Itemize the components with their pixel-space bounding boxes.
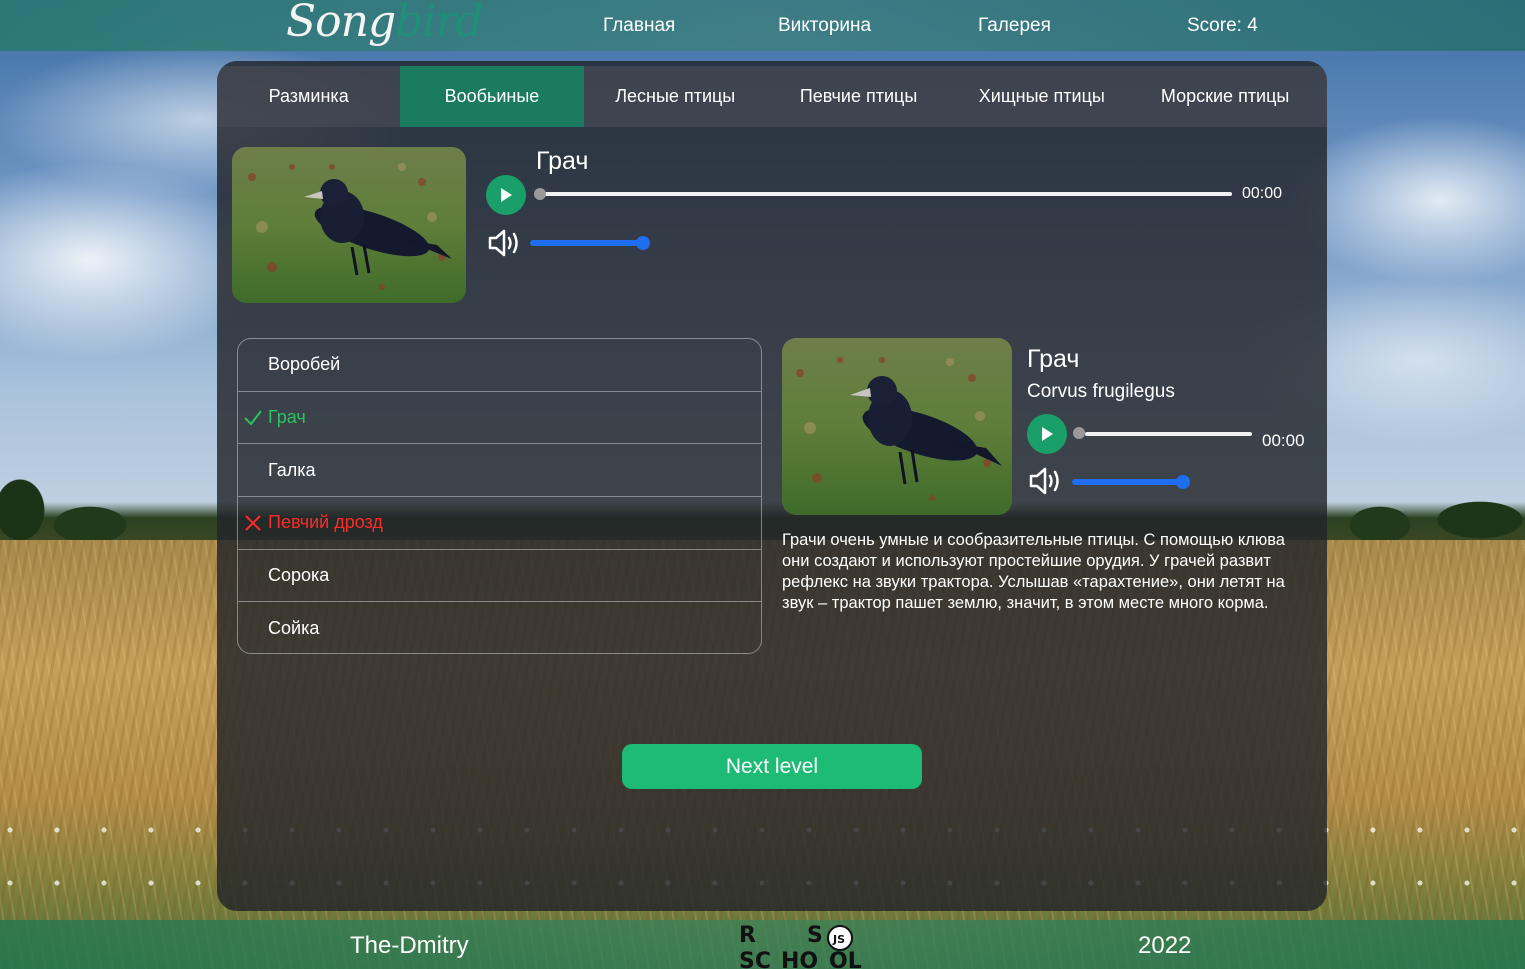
speaker-volume-icon	[488, 229, 518, 257]
answer-label: Воробей	[268, 354, 341, 375]
author-link[interactable]: The-Dmitry	[350, 932, 469, 960]
details-volume-thumb[interactable]	[1176, 475, 1190, 489]
rook-picture	[782, 338, 1012, 515]
details-progress-thumb[interactable]	[1073, 427, 1085, 439]
check-icon	[244, 410, 262, 426]
svg-text:SC: SC	[739, 949, 771, 969]
details-play-button[interactable]	[1027, 414, 1067, 454]
year: 2022	[1138, 932, 1192, 959]
cross-icon	[245, 515, 261, 531]
tab-sea-birds[interactable]: Морские птицы	[1133, 66, 1316, 127]
svg-text:S: S	[807, 923, 823, 948]
logo-part1: Song	[286, 0, 396, 47]
question-time: 00:00	[1242, 185, 1283, 202]
answer-label: Грач	[268, 407, 306, 428]
answer-label: Сорока	[268, 565, 330, 586]
answer-label: Певчий дрозд	[268, 512, 383, 533]
question-progress-thumb[interactable]	[534, 188, 546, 200]
svg-text:R: R	[739, 923, 756, 948]
rs-school-logo[interactable]: R S SC HO OL JS	[737, 920, 877, 969]
answer-item-magpie[interactable]: Сорока	[238, 550, 761, 603]
tab-warmup[interactable]: Разминка	[217, 66, 400, 127]
answer-item-sparrow[interactable]: Воробей	[238, 339, 761, 392]
details-bird-name: Грач	[1027, 345, 1080, 373]
quiz-panel: Разминка Вообьиные Лесные птицы Певчие п…	[217, 61, 1327, 911]
question-volume-track[interactable]	[530, 240, 648, 246]
answers-list: Воробей Грач Галка Певчий дрозд Сорока С…	[237, 338, 762, 654]
tab-songbirds[interactable]: Певчие птицы	[767, 66, 950, 127]
details-time: 00:00	[1262, 431, 1305, 450]
svg-text:OL: OL	[829, 949, 862, 969]
answer-label: Галка	[268, 459, 316, 480]
details-volume-icon[interactable]	[1028, 466, 1064, 496]
tab-passerines[interactable]: Вообьиные	[400, 66, 584, 127]
answer-item-jay[interactable]: Сойка	[238, 602, 761, 653]
tab-birds-of-prey[interactable]: Хищные птицы	[950, 66, 1133, 127]
speaker-volume-icon	[1029, 467, 1059, 495]
details-description: Грачи очень умные и сообразительные птиц…	[782, 531, 1285, 612]
question-play-button[interactable]	[486, 175, 526, 215]
svg-text:HO: HO	[781, 949, 818, 969]
details-progress-track[interactable]	[1085, 432, 1252, 436]
answer-item-song-thrush[interactable]: Певчий дрозд	[238, 497, 761, 550]
question-progress-track[interactable]	[540, 192, 1232, 196]
answer-item-jackdaw[interactable]: Галка	[238, 444, 761, 498]
answer-item-rook[interactable]: Грач	[238, 392, 761, 445]
details-volume-track[interactable]	[1072, 479, 1185, 485]
details-bird-image	[782, 338, 1012, 515]
footer: The-Dmitry R S SC HO OL JS 2022	[0, 920, 1525, 969]
nav-gallery-link[interactable]: Галерея	[978, 15, 1051, 37]
next-level-button[interactable]: Next level	[622, 744, 922, 789]
score: Score: 4	[1187, 15, 1258, 36]
play-icon	[501, 188, 512, 202]
tab-forest-birds[interactable]: Лесные птицы	[584, 66, 767, 127]
nav-quiz-link[interactable]: Викторина	[778, 15, 871, 37]
rook-picture	[232, 147, 466, 303]
nav-home-link[interactable]: Главная	[603, 15, 675, 37]
svg-text:JS: JS	[832, 933, 845, 946]
details-bird-latin-name: Corvus frugilegus	[1027, 381, 1175, 402]
play-icon	[1042, 427, 1053, 441]
category-tabs: Разминка Вообьиные Лесные птицы Певчие п…	[217, 66, 1327, 127]
logo-part2: bird	[395, 0, 483, 47]
question-volume-thumb[interactable]	[636, 236, 650, 250]
logo[interactable]: Songbird	[286, 0, 484, 52]
question-bird-image	[232, 147, 466, 303]
header: Songbird Главная Викторина Галерея Score…	[0, 0, 1525, 51]
question-volume-icon[interactable]	[487, 228, 523, 258]
question-bird-title: Грач	[536, 147, 589, 175]
answer-label: Сойка	[268, 618, 320, 639]
